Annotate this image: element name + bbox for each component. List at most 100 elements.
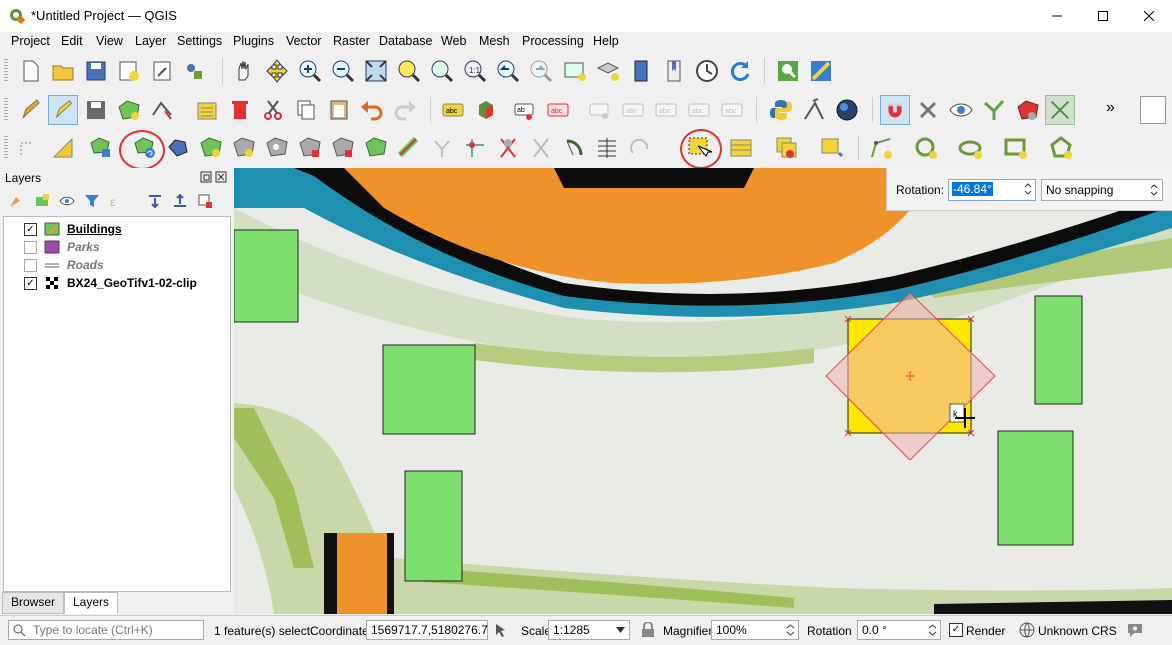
toolbar-overflow-panel[interactable] <box>1140 96 1166 124</box>
crs-label[interactable]: Unknown CRS <box>1038 624 1117 638</box>
new-project-icon[interactable] <box>15 56 45 86</box>
zoom-native-icon[interactable]: 1:1 <box>460 56 490 86</box>
map-rendering[interactable]: k <box>234 168 1172 614</box>
modify-attributes-icon[interactable] <box>192 95 222 125</box>
collapse-all-icon[interactable] <box>172 193 188 209</box>
layer-visibility-checkbox[interactable]: ✓ <box>24 223 37 236</box>
temporal-controller-icon[interactable] <box>626 56 656 86</box>
toolbar-grip[interactable] <box>4 59 8 83</box>
add-part-icon[interactable] <box>229 133 259 163</box>
shape-digitizing-icon[interactable] <box>1012 95 1042 125</box>
float-panel-icon[interactable] <box>200 171 212 183</box>
layer-row-roads[interactable]: Roads <box>4 256 228 274</box>
toolbar-overflow-button[interactable]: » <box>1106 99 1115 117</box>
snapping-select[interactable]: No snapping <box>1041 179 1163 201</box>
remove-layer-icon[interactable] <box>197 193 213 209</box>
delete-ring-icon[interactable] <box>295 133 325 163</box>
visibility-icon[interactable] <box>946 95 976 125</box>
select-features-icon[interactable] <box>625 133 655 163</box>
label-toolbar-icon[interactable]: abc <box>438 95 468 125</box>
zoom-to-layer-icon[interactable] <box>427 56 457 86</box>
shape-regular-polygon-icon[interactable] <box>1001 133 1031 163</box>
mouse-pointer-icon[interactable] <box>493 622 509 638</box>
save-project-icon[interactable] <box>81 56 111 86</box>
shape-ellipse-icon[interactable] <box>911 133 941 163</box>
redo-icon[interactable] <box>390 95 420 125</box>
filter-expression-icon[interactable]: ε <box>109 193 125 209</box>
pan-to-selection-icon[interactable] <box>262 56 292 86</box>
layer-visibility-checkbox[interactable] <box>24 259 37 272</box>
menu-plugins[interactable]: Plugins <box>233 34 274 48</box>
layer-row-raster[interactable]: ✓ BX24_GeoTifv1-02-clip <box>4 274 228 292</box>
menu-database[interactable]: Database <box>379 34 433 48</box>
add-ring-icon[interactable] <box>196 133 226 163</box>
digitizing-options-icon[interactable] <box>913 95 943 125</box>
measure-icon[interactable] <box>806 56 836 86</box>
filter-legend-icon[interactable] <box>84 193 100 209</box>
clock-icon[interactable] <box>692 56 722 86</box>
shape-rectangle-icon[interactable] <box>956 133 986 163</box>
paste-features-icon[interactable] <box>324 95 354 125</box>
menu-web[interactable]: Web <box>441 34 466 48</box>
python-console-icon[interactable] <box>766 95 796 125</box>
expand-all-icon[interactable] <box>147 193 163 209</box>
label-rotate-icon[interactable]: abc <box>651 95 681 125</box>
snapping-arrows-icon[interactable] <box>1149 182 1159 198</box>
coordinate-field[interactable]: 1569717.7,5180276.7 <box>366 620 488 640</box>
add-group-icon[interactable] <box>34 193 50 209</box>
delete-selected-icon[interactable] <box>225 95 255 125</box>
reshape-icon[interactable] <box>361 133 391 163</box>
close-panel-icon[interactable] <box>215 171 227 183</box>
messages-icon[interactable] <box>1126 621 1144 639</box>
simplify-icon[interactable] <box>163 133 193 163</box>
tab-browser[interactable]: Browser <box>2 592 65 614</box>
spinbox-arrows-icon[interactable] <box>786 622 795 638</box>
identify-icon[interactable] <box>773 56 803 86</box>
close-icon[interactable] <box>1126 0 1172 32</box>
label-change-icon[interactable]: abc <box>684 95 714 125</box>
georeferencer-icon[interactable] <box>799 95 829 125</box>
print-layout-icon[interactable] <box>147 56 177 86</box>
spinbox-arrows-icon[interactable] <box>1023 181 1033 197</box>
advanced-digitizing-icon[interactable] <box>15 133 45 163</box>
tab-layers[interactable]: Layers <box>64 592 119 614</box>
delete-part-icon[interactable] <box>328 133 358 163</box>
vertex-tool-icon[interactable] <box>147 95 177 125</box>
fill-ring-icon[interactable] <box>262 133 292 163</box>
map-canvas[interactable]: k <box>234 168 1172 614</box>
menu-raster[interactable]: Raster <box>333 34 370 48</box>
merge-features-icon[interactable] <box>493 133 523 163</box>
layer-visibility-checkbox[interactable] <box>24 241 37 254</box>
refresh-icon[interactable] <box>725 56 755 86</box>
label-pin-icon[interactable]: ab <box>510 95 540 125</box>
cut-features-icon[interactable] <box>258 95 288 125</box>
render-checkbox[interactable]: ✓ <box>949 623 963 637</box>
split-features-icon[interactable] <box>427 133 457 163</box>
spinbox-arrows-icon[interactable] <box>928 622 937 638</box>
toggle-editing-icon[interactable] <box>48 95 78 125</box>
offset-point-symbols-icon[interactable] <box>592 133 622 163</box>
locate-input[interactable]: Type to locate (Ctrl+K) <box>8 620 204 640</box>
shape-circle-icon[interactable] <box>866 133 896 163</box>
zoom-last-icon[interactable] <box>493 56 523 86</box>
zoom-full-icon[interactable] <box>361 56 391 86</box>
maximize-icon[interactable] <box>1080 0 1126 32</box>
zoom-to-selection-icon[interactable] <box>394 56 424 86</box>
shape-polygon-icon[interactable] <box>1046 133 1076 163</box>
toolbar-grip[interactable] <box>4 98 8 122</box>
attribute-table-icon[interactable] <box>726 133 756 163</box>
topology-icon[interactable] <box>1045 95 1075 125</box>
building-polygon[interactable] <box>382 344 476 435</box>
building-polygon[interactable] <box>997 430 1074 546</box>
label-highlight-icon[interactable]: abc <box>543 95 573 125</box>
menu-edit[interactable]: Edit <box>61 34 83 48</box>
rotate-point-symbols-icon[interactable] <box>559 133 589 163</box>
globe-icon[interactable] <box>832 95 862 125</box>
magnifier-spinbox[interactable]: 100% <box>711 620 799 640</box>
split-parts-icon[interactable] <box>460 133 490 163</box>
lock-icon[interactable] <box>641 622 655 638</box>
minimize-icon[interactable] <box>1034 0 1080 32</box>
manage-visibility-icon[interactable] <box>59 193 75 209</box>
layer-row-parks[interactable]: Parks <box>4 238 228 256</box>
zoom-out-icon[interactable] <box>328 56 358 86</box>
